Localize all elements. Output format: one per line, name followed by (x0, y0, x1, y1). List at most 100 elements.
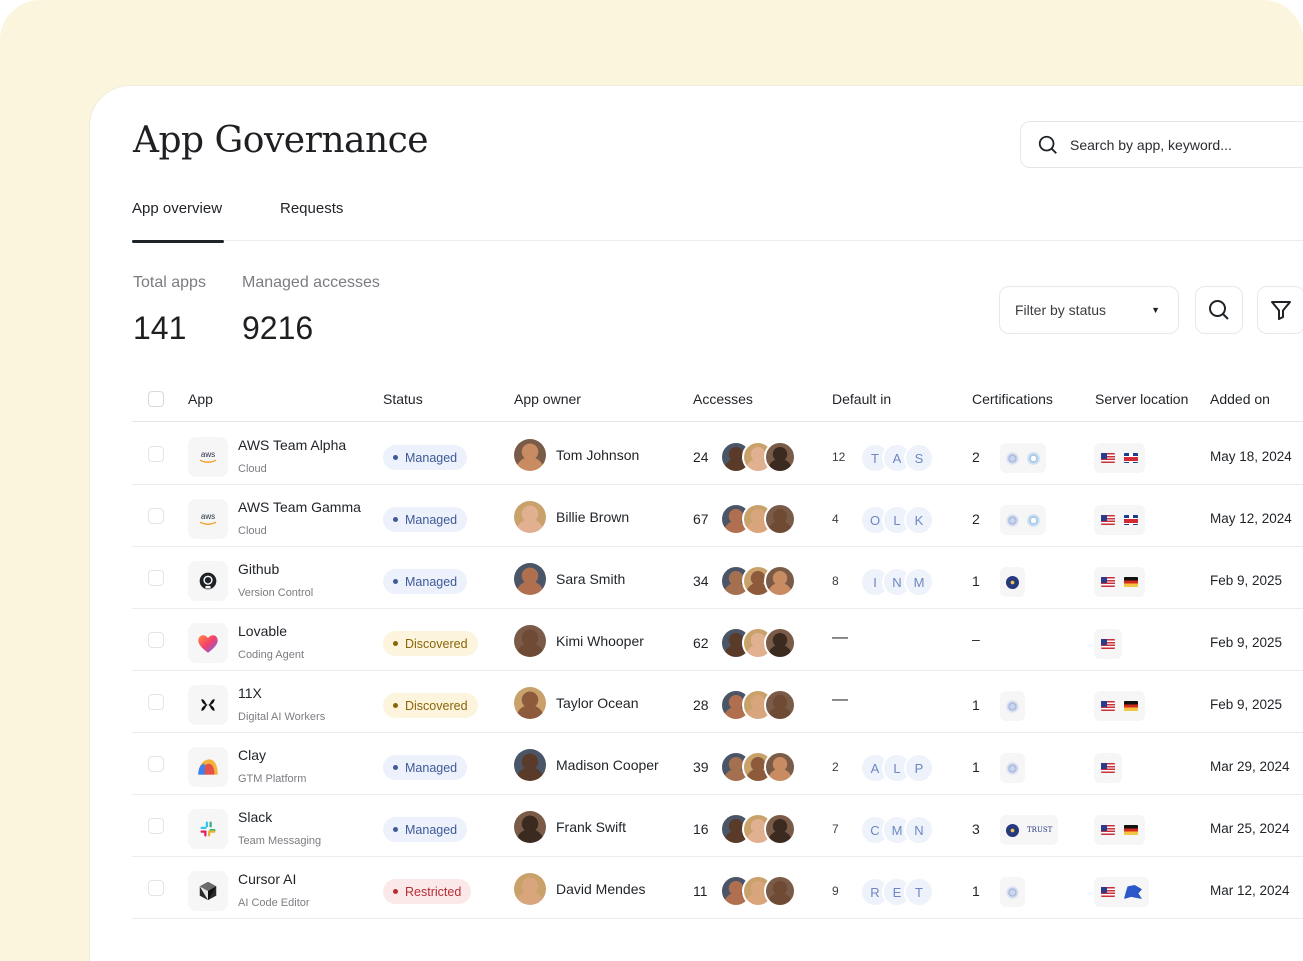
table-search-button[interactable] (1195, 286, 1243, 334)
server-location-flags[interactable] (1094, 691, 1145, 721)
row-checkbox[interactable] (148, 880, 164, 896)
filter-label: Filter by status (1015, 302, 1107, 318)
table-row[interactable]: Slack Team Messaging Managed Frank Swift 16 7… (132, 795, 1303, 857)
row-checkbox[interactable] (148, 508, 164, 524)
table-row[interactable]: Lovable Coding Agent Discovered Kimi Whoope… (132, 609, 1303, 671)
access-avatar[interactable] (764, 813, 796, 845)
owner-avatar (514, 811, 546, 843)
search-box[interactable]: Search by app, keyword... (1020, 121, 1303, 168)
column-header-status[interactable]: Status (383, 391, 423, 407)
access-avatar[interactable] (764, 751, 796, 783)
certifications-count: 1 (972, 697, 980, 713)
column-header-accesses[interactable]: Accesses (693, 391, 753, 407)
filter-by-status-dropdown[interactable]: Filter by status ▼ (999, 286, 1179, 334)
row-checkbox[interactable] (148, 694, 164, 710)
status-badge: Managed (383, 569, 468, 594)
default-in-chip[interactable]: T (904, 877, 934, 907)
app-owner-name: David Mendes (556, 881, 646, 897)
column-header-default-in[interactable]: Default in (832, 391, 891, 407)
column-header-app-owner[interactable]: App owner (514, 391, 581, 407)
us-flag-icon (1101, 825, 1115, 835)
total-apps-label: Total apps (133, 274, 206, 291)
server-location-flags[interactable] (1094, 443, 1145, 473)
uk-flag-icon (1124, 453, 1138, 463)
access-avatar[interactable] (764, 689, 796, 721)
us-flag-icon (1101, 701, 1115, 711)
access-avatar[interactable] (764, 875, 796, 907)
certification-badges[interactable]: TRUST (1000, 815, 1059, 845)
server-location-flags[interactable] (1094, 629, 1122, 659)
access-avatar[interactable] (764, 627, 796, 659)
table-row[interactable]: Github Version Control Managed Sara Smith 34… (132, 547, 1303, 609)
accesses-count: 34 (693, 573, 709, 589)
app-name[interactable]: AWS Team Gamma (238, 499, 361, 515)
search-input[interactable]: Search by app, keyword... (1070, 137, 1232, 153)
row-checkbox[interactable] (148, 570, 164, 586)
tab-app-overview[interactable]: App overview (132, 200, 225, 243)
certification-badges[interactable] (1000, 567, 1025, 597)
table-row[interactable]: aws AWS Team Alpha Cloud Managed Tom Johnson… (132, 423, 1303, 485)
column-header-server-location[interactable]: Server location (1095, 391, 1188, 407)
certification-badges[interactable] (1000, 753, 1025, 783)
certification-badges[interactable] (1000, 691, 1025, 721)
app-name[interactable]: Slack (238, 809, 272, 825)
app-name[interactable]: 11X (238, 685, 262, 701)
github-logo (188, 561, 228, 601)
row-checkbox[interactable] (148, 756, 164, 772)
funnel-icon (1271, 301, 1291, 320)
accesses-count: 28 (693, 697, 709, 713)
table-row[interactable]: Cursor AI AI Code Editor Restricted David M… (132, 857, 1303, 919)
server-location-flags[interactable] (1094, 815, 1145, 845)
status-badge: Managed (383, 507, 468, 532)
default-in-empty: — (832, 629, 848, 646)
us-flag-icon (1101, 515, 1115, 525)
default-in-chip[interactable]: K (904, 505, 934, 535)
server-location-flags[interactable] (1094, 505, 1145, 535)
column-header-certifications[interactable]: Certifications (972, 391, 1053, 407)
search-icon (1209, 300, 1229, 320)
app-owner-name: Frank Swift (556, 819, 627, 835)
soc-certification-icon (1006, 761, 1019, 775)
us-flag-icon (1101, 577, 1115, 587)
column-header-added-on[interactable]: Added on (1210, 391, 1270, 407)
server-location-flags[interactable] (1094, 877, 1149, 907)
app-name[interactable]: Github (238, 561, 279, 577)
access-avatar[interactable] (764, 441, 796, 473)
certification-badges[interactable] (1000, 877, 1025, 907)
default-in-chip[interactable]: P (904, 753, 934, 783)
default-in-chip[interactable]: M (904, 567, 934, 597)
default-in-chip[interactable]: S (904, 443, 934, 473)
row-checkbox[interactable] (148, 446, 164, 462)
select-all-checkbox[interactable] (148, 391, 164, 407)
de-flag-icon (1124, 577, 1138, 587)
svg-text:aws: aws (201, 512, 215, 521)
default-in-count: 12 (832, 450, 846, 464)
de-flag-icon (1124, 825, 1138, 835)
certification-badges[interactable] (1000, 505, 1046, 535)
table-row[interactable]: aws AWS Team Gamma Cloud Managed Billie Brow… (132, 485, 1303, 547)
default-in-chip[interactable]: N (904, 815, 934, 845)
access-avatar[interactable] (764, 565, 796, 597)
table-row[interactable]: Clay GTM Platform Managed Madison Cooper 39 2… (132, 733, 1303, 795)
app-name[interactable]: Lovable (238, 623, 287, 639)
app-category: Cloud (238, 525, 267, 537)
added-on-date: Feb 9, 2025 (1210, 573, 1283, 588)
gdpr-certification-icon (1006, 823, 1019, 837)
app-name[interactable]: AWS Team Alpha (238, 437, 346, 453)
certification-badges[interactable] (1000, 443, 1046, 473)
status-label: Managed (405, 760, 458, 775)
status-label: Managed (405, 574, 458, 589)
filter-button[interactable] (1257, 286, 1303, 334)
column-header-app[interactable]: App (188, 391, 213, 407)
table-row[interactable]: 11X Digital AI Workers Discovered Taylor Oc… (132, 671, 1303, 733)
certifications-count: 1 (972, 573, 980, 589)
access-avatar[interactable] (764, 503, 796, 535)
server-location-flags[interactable] (1094, 567, 1145, 597)
owner-avatar (514, 563, 546, 595)
row-checkbox[interactable] (148, 818, 164, 834)
tab-requests[interactable]: Requests (280, 200, 343, 217)
row-checkbox[interactable] (148, 632, 164, 648)
server-location-flags[interactable] (1094, 753, 1122, 783)
app-name[interactable]: Cursor AI (238, 871, 296, 887)
app-name[interactable]: Clay (238, 747, 266, 763)
